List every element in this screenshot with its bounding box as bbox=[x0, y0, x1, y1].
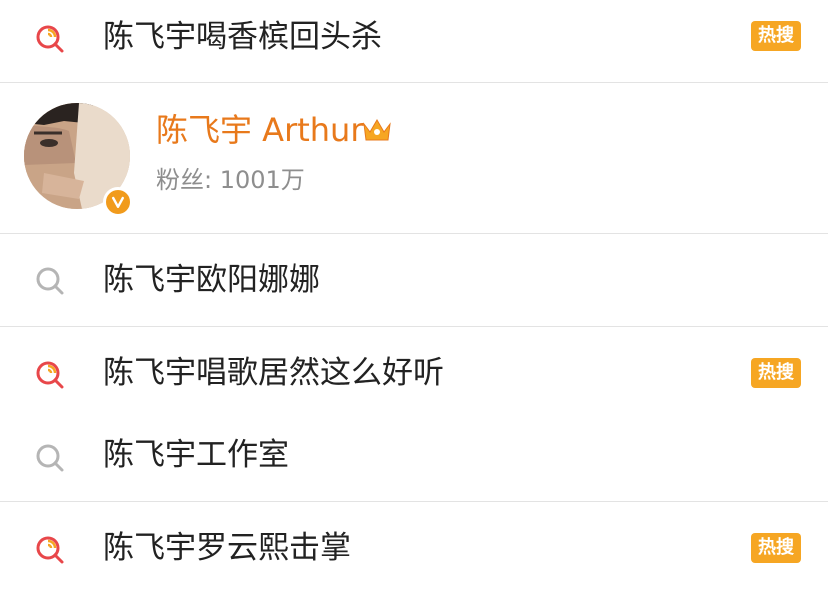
crown-icon bbox=[363, 119, 391, 141]
suggestion-row-5[interactable]: 陈飞宇罗云熙击掌 热搜 bbox=[0, 502, 828, 589]
fans-count: 粉丝: 1001万 bbox=[156, 166, 305, 194]
suggestion-text: 陈飞宇唱歌居然这么好听 bbox=[103, 355, 444, 391]
suggestion-row-1[interactable]: 陈飞宇喝香槟回头杀 热搜 bbox=[0, 0, 828, 82]
suggestion-text: 陈飞宇欧阳娜娜 bbox=[103, 262, 320, 298]
verified-v-badge bbox=[103, 187, 133, 217]
search-icon bbox=[36, 444, 64, 472]
hot-search-icon bbox=[36, 536, 64, 564]
profile-name: 陈飞宇 Arthur bbox=[156, 111, 364, 149]
search-icon bbox=[36, 267, 64, 295]
hot-search-icon bbox=[36, 25, 64, 53]
hot-badge: 热搜 bbox=[751, 533, 801, 563]
hot-badge: 热搜 bbox=[751, 358, 801, 388]
suggestion-row-2[interactable]: 陈飞宇欧阳娜娜 bbox=[0, 234, 828, 326]
suggestion-row-3[interactable]: 陈飞宇唱歌居然这么好听 热搜 bbox=[0, 327, 828, 413]
suggestion-row-4[interactable]: 陈飞宇工作室 bbox=[0, 413, 828, 501]
suggestion-text: 陈飞宇喝香槟回头杀 bbox=[103, 19, 382, 55]
suggestion-text: 陈飞宇罗云熙击掌 bbox=[103, 530, 351, 566]
hot-search-icon bbox=[36, 361, 64, 389]
suggestion-text: 陈飞宇工作室 bbox=[103, 437, 289, 473]
hot-badge: 热搜 bbox=[751, 21, 801, 51]
